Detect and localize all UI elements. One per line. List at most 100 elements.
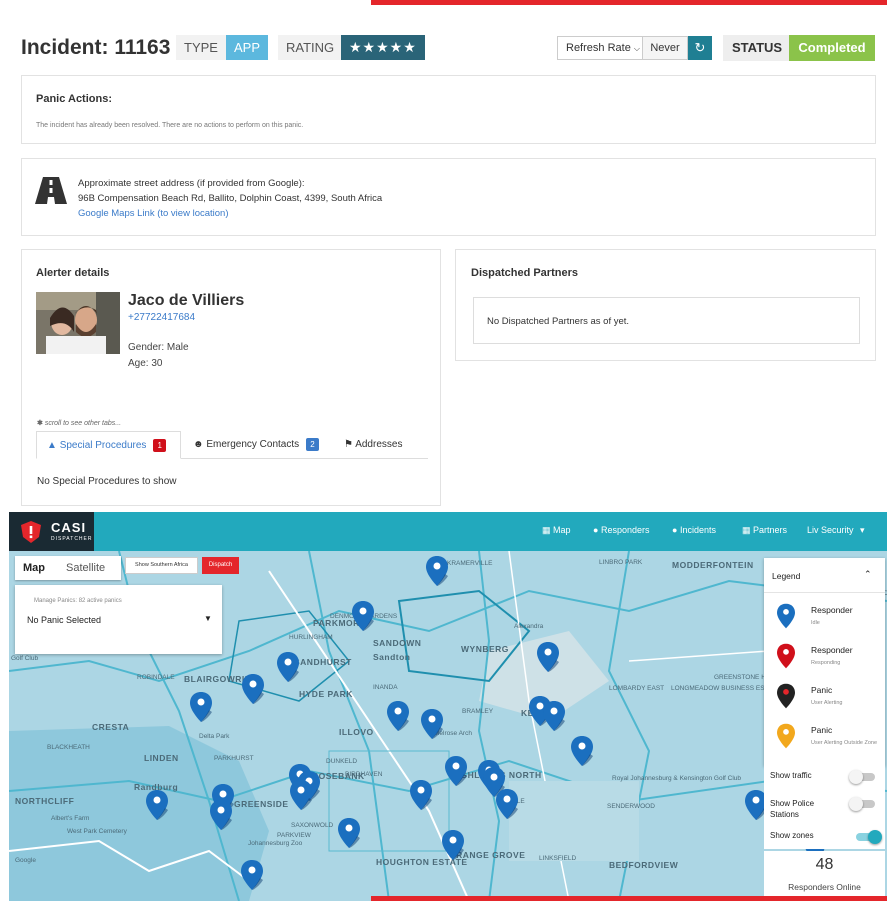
chevron-up-icon: ⌃ (864, 569, 872, 579)
tab-emergency-contacts[interactable]: ☻ Emergency Contacts 2 (183, 431, 333, 459)
responder-pin[interactable] (571, 736, 593, 766)
scroll-hint: ✱ scroll to see other tabs... (37, 419, 121, 427)
status-badge: Completed (789, 35, 875, 61)
responder-pin[interactable] (387, 701, 409, 731)
dispatched-partners-title: Dispatched Partners (471, 267, 578, 279)
map-place-label: SAXONWOLD (291, 822, 334, 829)
dispatch-button[interactable]: Dispatch (202, 557, 239, 574)
pin-icon: ● (672, 525, 678, 535)
responder-pin[interactable] (352, 601, 374, 631)
alerter-phone-link[interactable]: +27722417684 (128, 312, 195, 323)
responder-pin[interactable] (242, 674, 264, 704)
map-place-label: INANDA (373, 684, 398, 691)
responder-pin[interactable] (537, 642, 559, 672)
toggle-police-stations[interactable] (849, 797, 875, 811)
responder-pin[interactable] (241, 860, 263, 890)
map-place-label: GREENSIDE (234, 799, 289, 809)
map-place-label: LINDEN (144, 753, 179, 763)
toggle-zones[interactable] (856, 830, 882, 844)
map-type-map[interactable]: Map (23, 562, 45, 574)
legend-item-sub: User Alerting (811, 700, 843, 706)
map-pin-icon (777, 603, 795, 629)
map-pin-icon: ⚑ (344, 439, 353, 450)
panic-select[interactable]: No Panic Selected (27, 615, 101, 625)
nav-account-menu[interactable]: Liv Security ▾ (807, 525, 865, 536)
map-place-label: HYDE PARK (299, 689, 353, 699)
legend-title: Legend (772, 571, 801, 581)
alerter-name: Jaco de Villiers (128, 292, 245, 309)
refresh-rate-select[interactable]: Refresh Rate ⌵ (557, 36, 643, 60)
incident-title: Incident: 11163 (21, 36, 171, 59)
legend-item: Panic User Alerting Outside Zone (764, 721, 885, 761)
legend-item: Responder Responding (764, 641, 885, 681)
alerter-details-panel: Alerter details Jaco de Villiers +277224… (21, 249, 441, 506)
responder-pin[interactable] (146, 790, 168, 820)
casi-logo[interactable]: CASI DISPATCHER (9, 512, 94, 551)
show-southern-africa-button[interactable]: Show Southern Africa (125, 557, 198, 574)
map-legend: Legend ⌃ Responder Idle Responder Respondin… (764, 558, 885, 766)
responder-pin[interactable] (410, 780, 432, 810)
tab-addresses[interactable]: ⚑ Addresses (334, 431, 428, 459)
caret-down-icon[interactable]: ▼ (204, 614, 212, 623)
map-place-label: BEDFORDVIEW (609, 860, 679, 870)
map-place-label: SENDERWOOD (607, 803, 655, 810)
nav-responders[interactable]: ● Responders (593, 525, 649, 535)
dispatched-partners-empty: No Dispatched Partners as of yet. (487, 316, 630, 327)
responders-online-count: 48 (815, 856, 834, 873)
responder-pin[interactable] (290, 780, 312, 810)
type-label: TYPE (176, 35, 226, 60)
alerter-photo (36, 292, 120, 354)
rating-stars: ★★★★★ (341, 35, 425, 60)
nav-label: Partners (753, 525, 788, 535)
nav-map[interactable]: ▦ Map (542, 525, 571, 536)
map-place-label: LINKSFIELD (539, 855, 577, 862)
legend-item-sub: User Alerting Outside Zone (811, 740, 878, 746)
logo-subtext: DISPATCHER (51, 536, 93, 542)
responder-pin[interactable] (277, 652, 299, 682)
dispatched-partners-panel: Dispatched Partners No Dispatched Partne… (455, 249, 876, 361)
map-place-label: PARKHURST (214, 755, 254, 762)
bottom-accent-bar (371, 896, 887, 901)
responder-pin[interactable] (496, 789, 518, 819)
map-pin-icon (777, 643, 795, 669)
tab-badge: 2 (305, 437, 319, 451)
map-place-label: KRAMERVILLE (447, 560, 493, 567)
google-maps-link[interactable]: Google Maps Link (to view location) (78, 208, 229, 219)
toggle-traffic[interactable] (849, 770, 875, 784)
users-icon: ☻ (193, 439, 204, 450)
responders-online-label: Responders Online (788, 882, 861, 892)
responder-pin[interactable] (421, 709, 443, 739)
map-place-label: BLACKHEATH (47, 744, 90, 751)
legend-header[interactable]: Legend ⌃ (764, 558, 885, 593)
map-place-label: Alexandra (514, 623, 544, 630)
responder-pin[interactable] (543, 701, 565, 731)
responder-pin[interactable] (442, 830, 464, 860)
alerter-gender: Gender: Male (128, 342, 189, 353)
tab-label: Emergency Contacts (206, 439, 300, 450)
responder-pin[interactable] (210, 800, 232, 830)
nav-incidents[interactable]: ● Incidents (672, 525, 716, 535)
chevron-down-icon: ⌵ (633, 44, 640, 53)
legend-item-name: Panic (811, 685, 833, 695)
map-place-label: Sandton (373, 652, 411, 662)
tab-special-procedures[interactable]: ▲ Special Procedures 1 (36, 431, 181, 459)
responder-pin[interactable] (426, 556, 448, 586)
map-place-label: MODDERFONTEIN (672, 560, 754, 570)
dispatched-partners-list: No Dispatched Partners as of yet. (473, 297, 860, 344)
refresh-button[interactable]: ↻ (688, 36, 712, 60)
responder-pin[interactable] (338, 818, 360, 848)
asterisk-icon: ✱ (37, 420, 43, 427)
map-place-label: Albert's Farm (51, 815, 90, 822)
nav-partners[interactable]: ▦ Partners (742, 525, 787, 536)
map-type-satellite[interactable]: Satellite (66, 562, 105, 574)
panic-actions-message: The incident has already been resolved. … (36, 122, 304, 129)
panic-actions-panel: Panic Actions: The incident has already … (21, 75, 876, 144)
legend-item-name: Responder (811, 645, 853, 655)
responder-pin[interactable] (445, 756, 467, 786)
legend-item: Responder Idle (764, 601, 885, 641)
alerter-tabs: ▲ Special Procedures 1 ☻ Emergency Conta… (36, 431, 428, 459)
responder-pin[interactable] (190, 692, 212, 722)
alerter-age: Age: 30 (128, 358, 163, 369)
map-place-label: BLAIRGOWRIE (184, 674, 251, 684)
manage-panics-label: Manage Panics: 82 active panics (34, 598, 122, 604)
